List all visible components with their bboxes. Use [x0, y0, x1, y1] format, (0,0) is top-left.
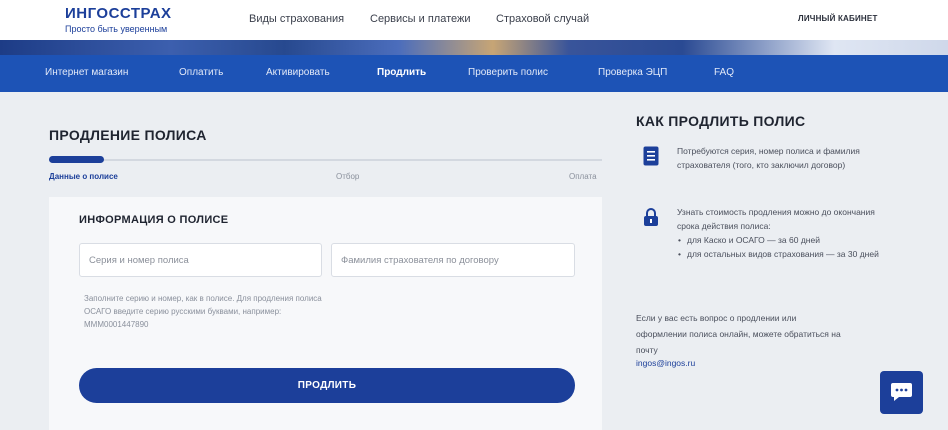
nav-online-shop[interactable]: Интернет магазин: [45, 67, 128, 78]
logo-name[interactable]: ИНГОССТРАХ: [65, 5, 172, 22]
insurer-surname-input[interactable]: [331, 243, 575, 277]
tip-renewal-item-casco: для Каско и ОСАГО — за 60 дней: [678, 233, 892, 247]
nav-renew[interactable]: Продлить: [377, 67, 426, 78]
top-nav-services[interactable]: Сервисы и платежи: [370, 13, 471, 25]
sidebar-title: КАК ПРОДЛИТЬ ПОЛИС: [636, 113, 806, 129]
policy-hint: Заполните серию и номер, как в полисе. Д…: [84, 294, 322, 329]
tip-renewal-cost-text: Узнать стоимость продления можно до окон…: [677, 207, 875, 231]
service-nav: Интернет магазин Оплатить Активировать П…: [0, 55, 948, 92]
hero-banner-strip: [0, 40, 948, 55]
step-payment: Оплата: [569, 172, 597, 181]
nav-activate[interactable]: Активировать: [266, 67, 330, 78]
document-icon: [643, 146, 659, 171]
step-selection: Отбор: [336, 172, 360, 181]
help-text: Если у вас есть вопрос о продлении или о…: [636, 313, 841, 355]
logo-tagline: Просто быть уверенным: [65, 24, 168, 34]
card-title: ИНФОРМАЦИЯ О ПОЛИСЕ: [79, 214, 229, 226]
help-email-link[interactable]: ingos@ingos.ru: [636, 358, 695, 368]
chat-icon: [890, 382, 913, 408]
tip-renewal-cost: Узнать стоимость продления можно до окон…: [677, 205, 892, 261]
progress-fill: [49, 156, 104, 163]
nav-faq[interactable]: FAQ: [714, 67, 734, 78]
chat-button[interactable]: [880, 371, 923, 414]
progress-track: [49, 159, 602, 161]
nav-check-policy[interactable]: Проверить полис: [468, 67, 548, 78]
personal-cabinet-link[interactable]: ЛИЧНЫЙ КАБИНЕТ: [798, 14, 878, 23]
lock-icon: [643, 207, 659, 232]
policy-number-input[interactable]: [79, 243, 322, 277]
nav-check-signature[interactable]: Проверка ЭЦП: [598, 67, 667, 78]
nav-pay[interactable]: Оплатить: [179, 67, 223, 78]
tip-renewal-list: для Каско и ОСАГО — за 60 дней для остал…: [677, 233, 892, 261]
top-nav-insured-event[interactable]: Страховой случай: [496, 13, 589, 25]
top-nav-insurance-types[interactable]: Виды страхования: [249, 13, 344, 25]
tip-documents: Потребуются серия, номер полиса и фамили…: [677, 146, 860, 170]
tip-renewal-item-other: для остальных видов страхования — за 30 …: [678, 247, 892, 261]
site-header: ИНГОССТРАХ Просто быть уверенным Виды ст…: [0, 0, 948, 40]
page-title: ПРОДЛЕНИЕ ПОЛИСА: [49, 127, 207, 143]
renew-button[interactable]: ПРОДЛИТЬ: [79, 368, 575, 403]
step-policy-data: Данные о полисе: [49, 172, 118, 181]
